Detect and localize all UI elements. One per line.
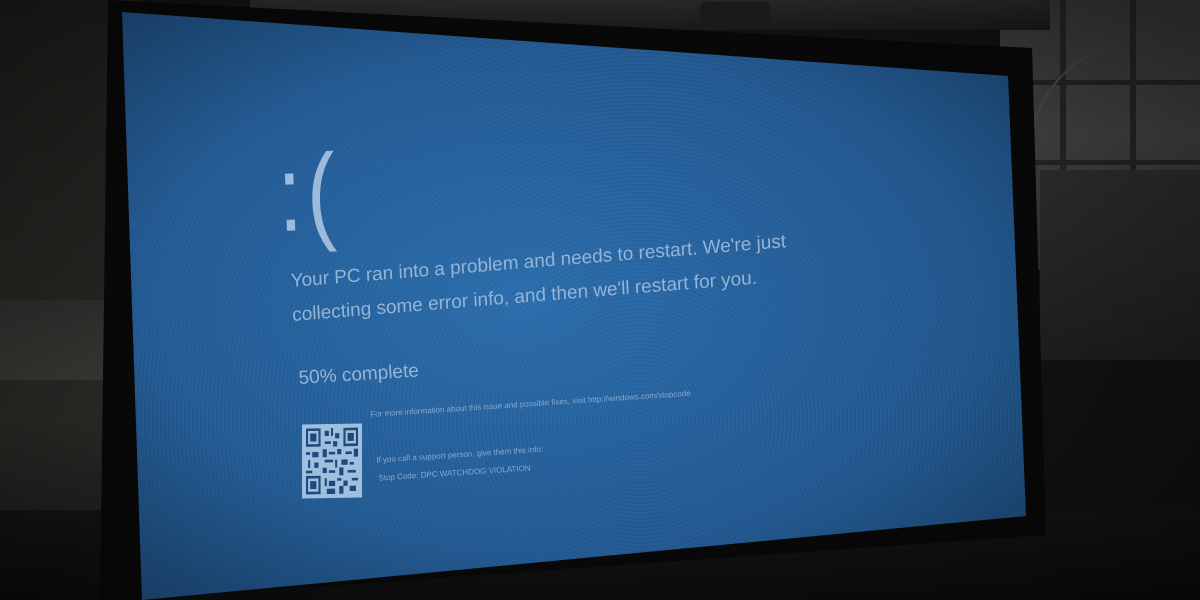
progress-text: 50% complete — [298, 360, 420, 389]
photo-scene: :( Your PC ran into a problem and needs … — [0, 0, 1200, 600]
info-link-text: For more information about this issue an… — [370, 388, 691, 419]
info-block: For more information about this issue an… — [370, 386, 729, 483]
sad-face: :( — [275, 130, 343, 254]
error-message: Your PC ran into a problem and needs to … — [290, 231, 787, 326]
stop-code: Stop Code: DPC WATCHDOG VIOLATION — [378, 463, 531, 483]
qr-code-icon — [302, 423, 362, 499]
blue-screen-of-death: :( Your PC ran into a problem and needs … — [0, 0, 1200, 600]
qr-code-graphic — [306, 427, 358, 495]
support-text: If you call a support person, give them … — [376, 444, 544, 465]
